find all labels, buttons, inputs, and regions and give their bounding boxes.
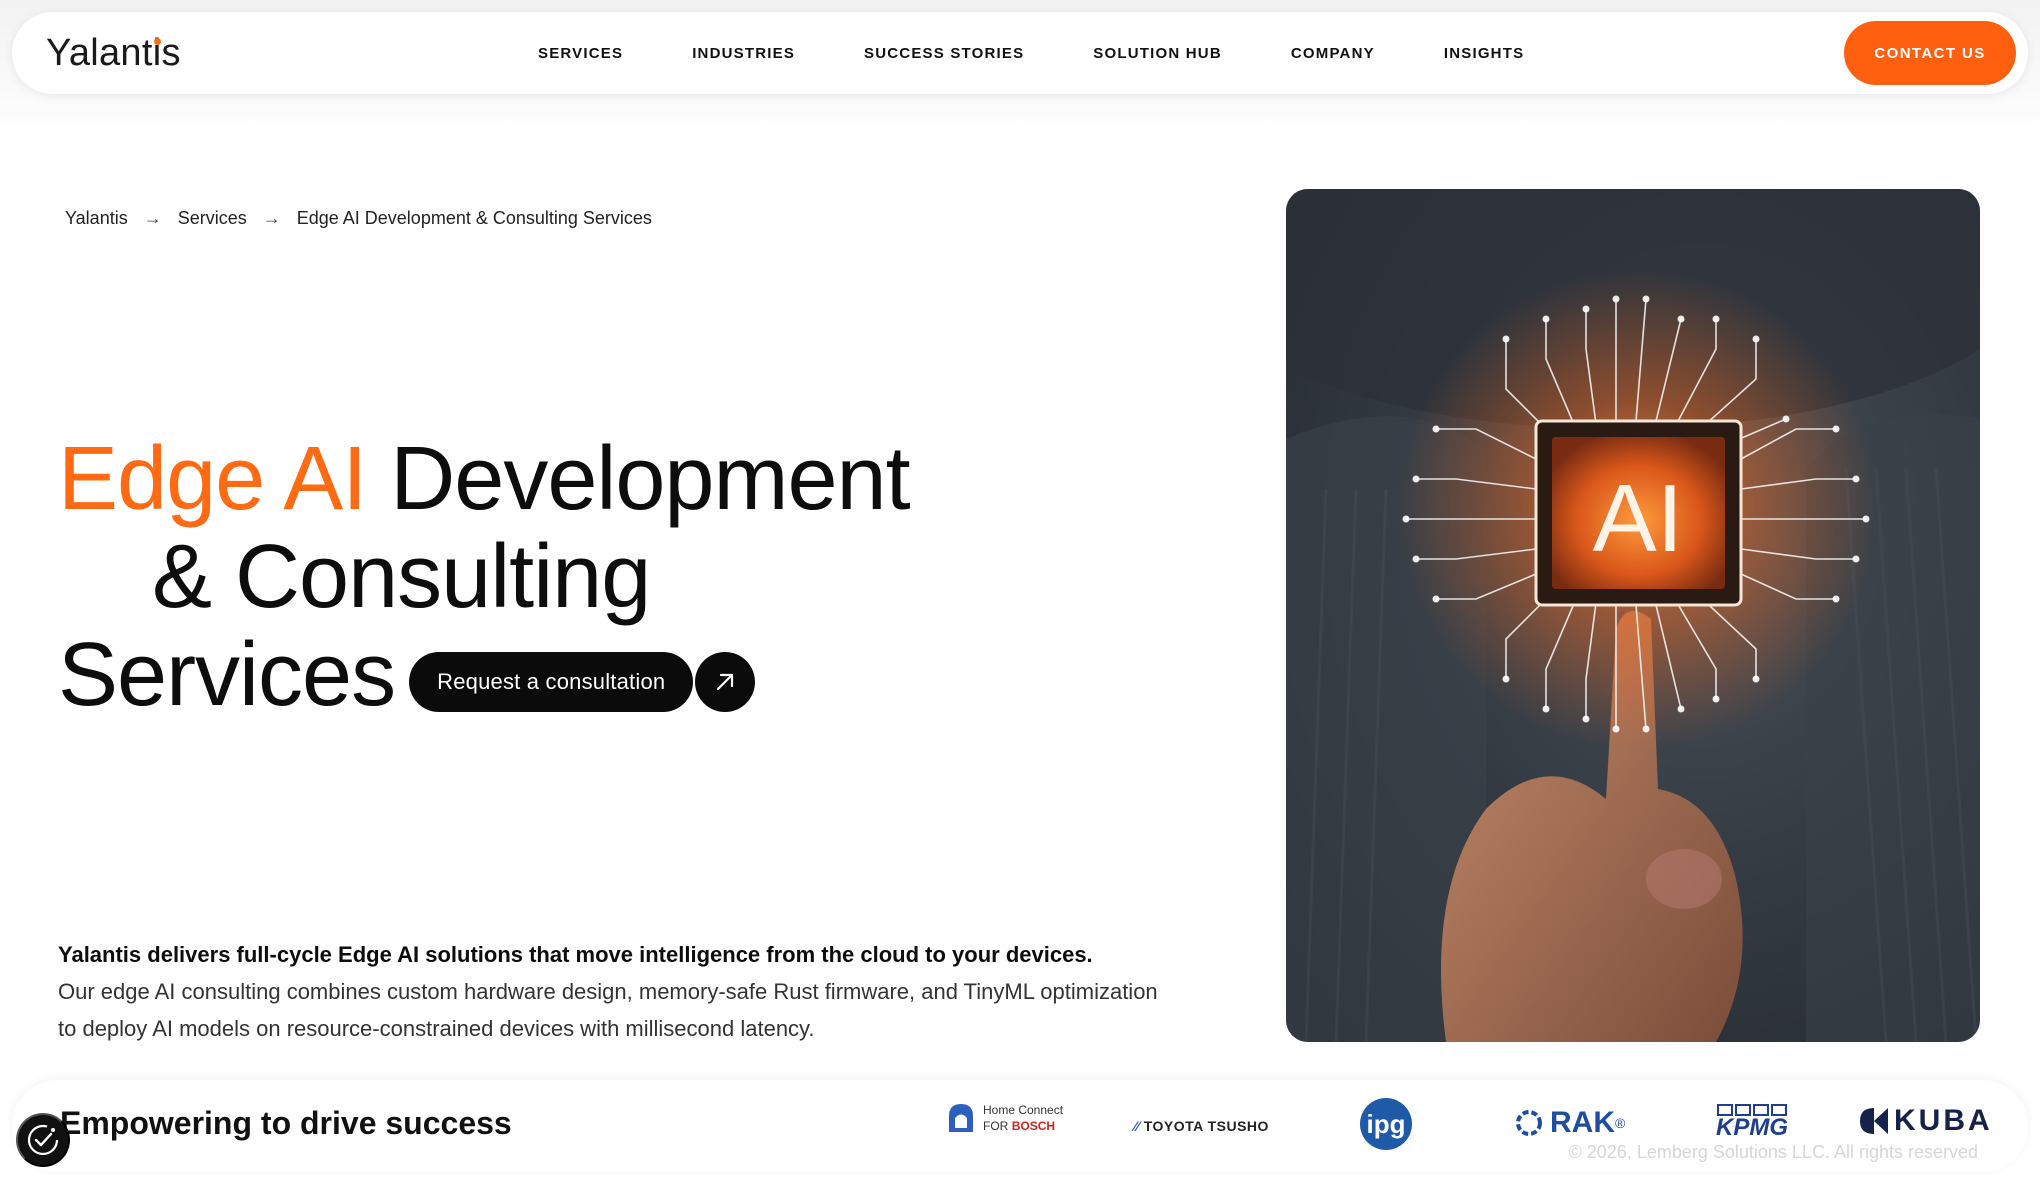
rak-swirl-icon	[1516, 1110, 1542, 1136]
description-lead: Yalantis delivers full-cycle Edge AI sol…	[58, 942, 1093, 967]
title-line-3: Services Request a consultation	[58, 626, 910, 724]
nav-item-success-stories[interactable]: SUCCESS STORIES	[864, 45, 1024, 62]
home-connect-icon	[949, 1104, 973, 1132]
yalantis-logo[interactable]: Yalanti s	[46, 32, 181, 75]
request-consultation-cta: Request a consultation	[409, 652, 756, 712]
rak-registered: ®	[1615, 1115, 1626, 1131]
breadcrumb-home[interactable]: Yalantis	[65, 208, 128, 229]
kuba-text: KUBA	[1894, 1104, 1993, 1137]
kpmg-logo: KPMG	[1716, 1104, 1788, 1142]
toyota-tsusho-mark-icon: ⁄⁄	[1134, 1118, 1140, 1134]
title-highlight: Edge AI	[58, 429, 367, 529]
title-line-1: Edge AI Development	[58, 429, 911, 529]
description-body: Our edge AI consulting combines custom h…	[58, 979, 1158, 1041]
hero-image: AI	[1286, 189, 1980, 1042]
rak-logo: RAK ®	[1514, 1106, 1625, 1140]
logo-text-end: s	[161, 32, 181, 74]
ipg-logo: ipg	[1360, 1098, 1412, 1150]
contact-us-button[interactable]: CONTACT US	[1844, 21, 2016, 85]
toyota-tsusho-logo: ⁄⁄ TOYOTA TSUSHO	[1134, 1118, 1269, 1134]
hero-description: Yalantis delivers full-cycle Edge AI sol…	[58, 936, 1158, 1047]
nav-item-industries[interactable]: INDUSTRIES	[692, 45, 795, 62]
kpmg-text: KPMG	[1716, 1114, 1788, 1141]
bosch-text: BOSCH	[1011, 1119, 1056, 1133]
title-line-2: & Consulting	[152, 527, 651, 627]
chip-label: AI	[1593, 465, 1684, 572]
home-connect-line1: Home Connect	[983, 1103, 1064, 1117]
nav-item-solution-hub[interactable]: SOLUTION HUB	[1093, 45, 1222, 62]
logo-text-t: t	[141, 32, 153, 74]
page: Yalanti s SERVICES INDUSTRIES SUCCESS STO…	[0, 0, 2040, 1178]
home-connect-text: Home Connect FOR BOSCH	[983, 1102, 1063, 1134]
request-consultation-button[interactable]: Request a consultation	[409, 652, 694, 712]
client-logos-bar: Empowering to drive success Home Connect…	[12, 1080, 2028, 1172]
home-connect-for: FOR	[983, 1119, 1009, 1133]
breadcrumb-separator-icon: →	[262, 208, 281, 228]
kuba-logo: KUBA	[1858, 1104, 1993, 1138]
toyota-tsusho-text: TOYOTA TSUSHO	[1143, 1118, 1269, 1134]
arrow-up-right-icon[interactable]	[695, 652, 756, 712]
breadcrumb-services[interactable]: Services	[178, 208, 247, 229]
home-connect-line2: FOR BOSCH	[983, 1118, 1063, 1134]
ai-chip-illustration: AI	[1286, 189, 1980, 1042]
nav-item-insights[interactable]: INSIGHTS	[1444, 45, 1524, 62]
nav-item-company[interactable]: COMPANY	[1291, 45, 1375, 62]
logo-text-start: Yalan	[46, 32, 142, 74]
breadcrumb-current: Edge AI Development & Consulting Service…	[296, 208, 652, 228]
top-navigation: Yalanti s SERVICES INDUSTRIES SUCCESS STO…	[12, 12, 2028, 94]
ipg-badge: ipg	[1360, 1098, 1412, 1150]
kuba-mark-icon	[1860, 1108, 1888, 1134]
main-menu: SERVICES INDUSTRIES SUCCESS STORIES SOLU…	[538, 12, 1593, 94]
breadcrumb: Yalantis → Services → Edge AI Developmen…	[65, 208, 652, 229]
copyright-text: © 2026, Lemberg Solutions LLC. All right…	[1568, 1142, 1978, 1162]
page-title: Edge AI Development & Consulting Service…	[58, 429, 911, 724]
home-connect-bosch-logo: Home Connect FOR BOSCH	[947, 1102, 1063, 1134]
title-line-3-text: Services	[58, 625, 396, 725]
logo-i: i	[153, 32, 162, 75]
clients-heading: Empowering to drive success	[60, 1105, 512, 1141]
cookie-settings-icon[interactable]	[16, 1113, 70, 1167]
breadcrumb-separator-icon: →	[143, 208, 162, 228]
nav-item-services[interactable]: SERVICES	[538, 45, 623, 62]
rak-text: RAK	[1550, 1106, 1615, 1139]
title-line-1-rest: Development	[390, 429, 910, 529]
